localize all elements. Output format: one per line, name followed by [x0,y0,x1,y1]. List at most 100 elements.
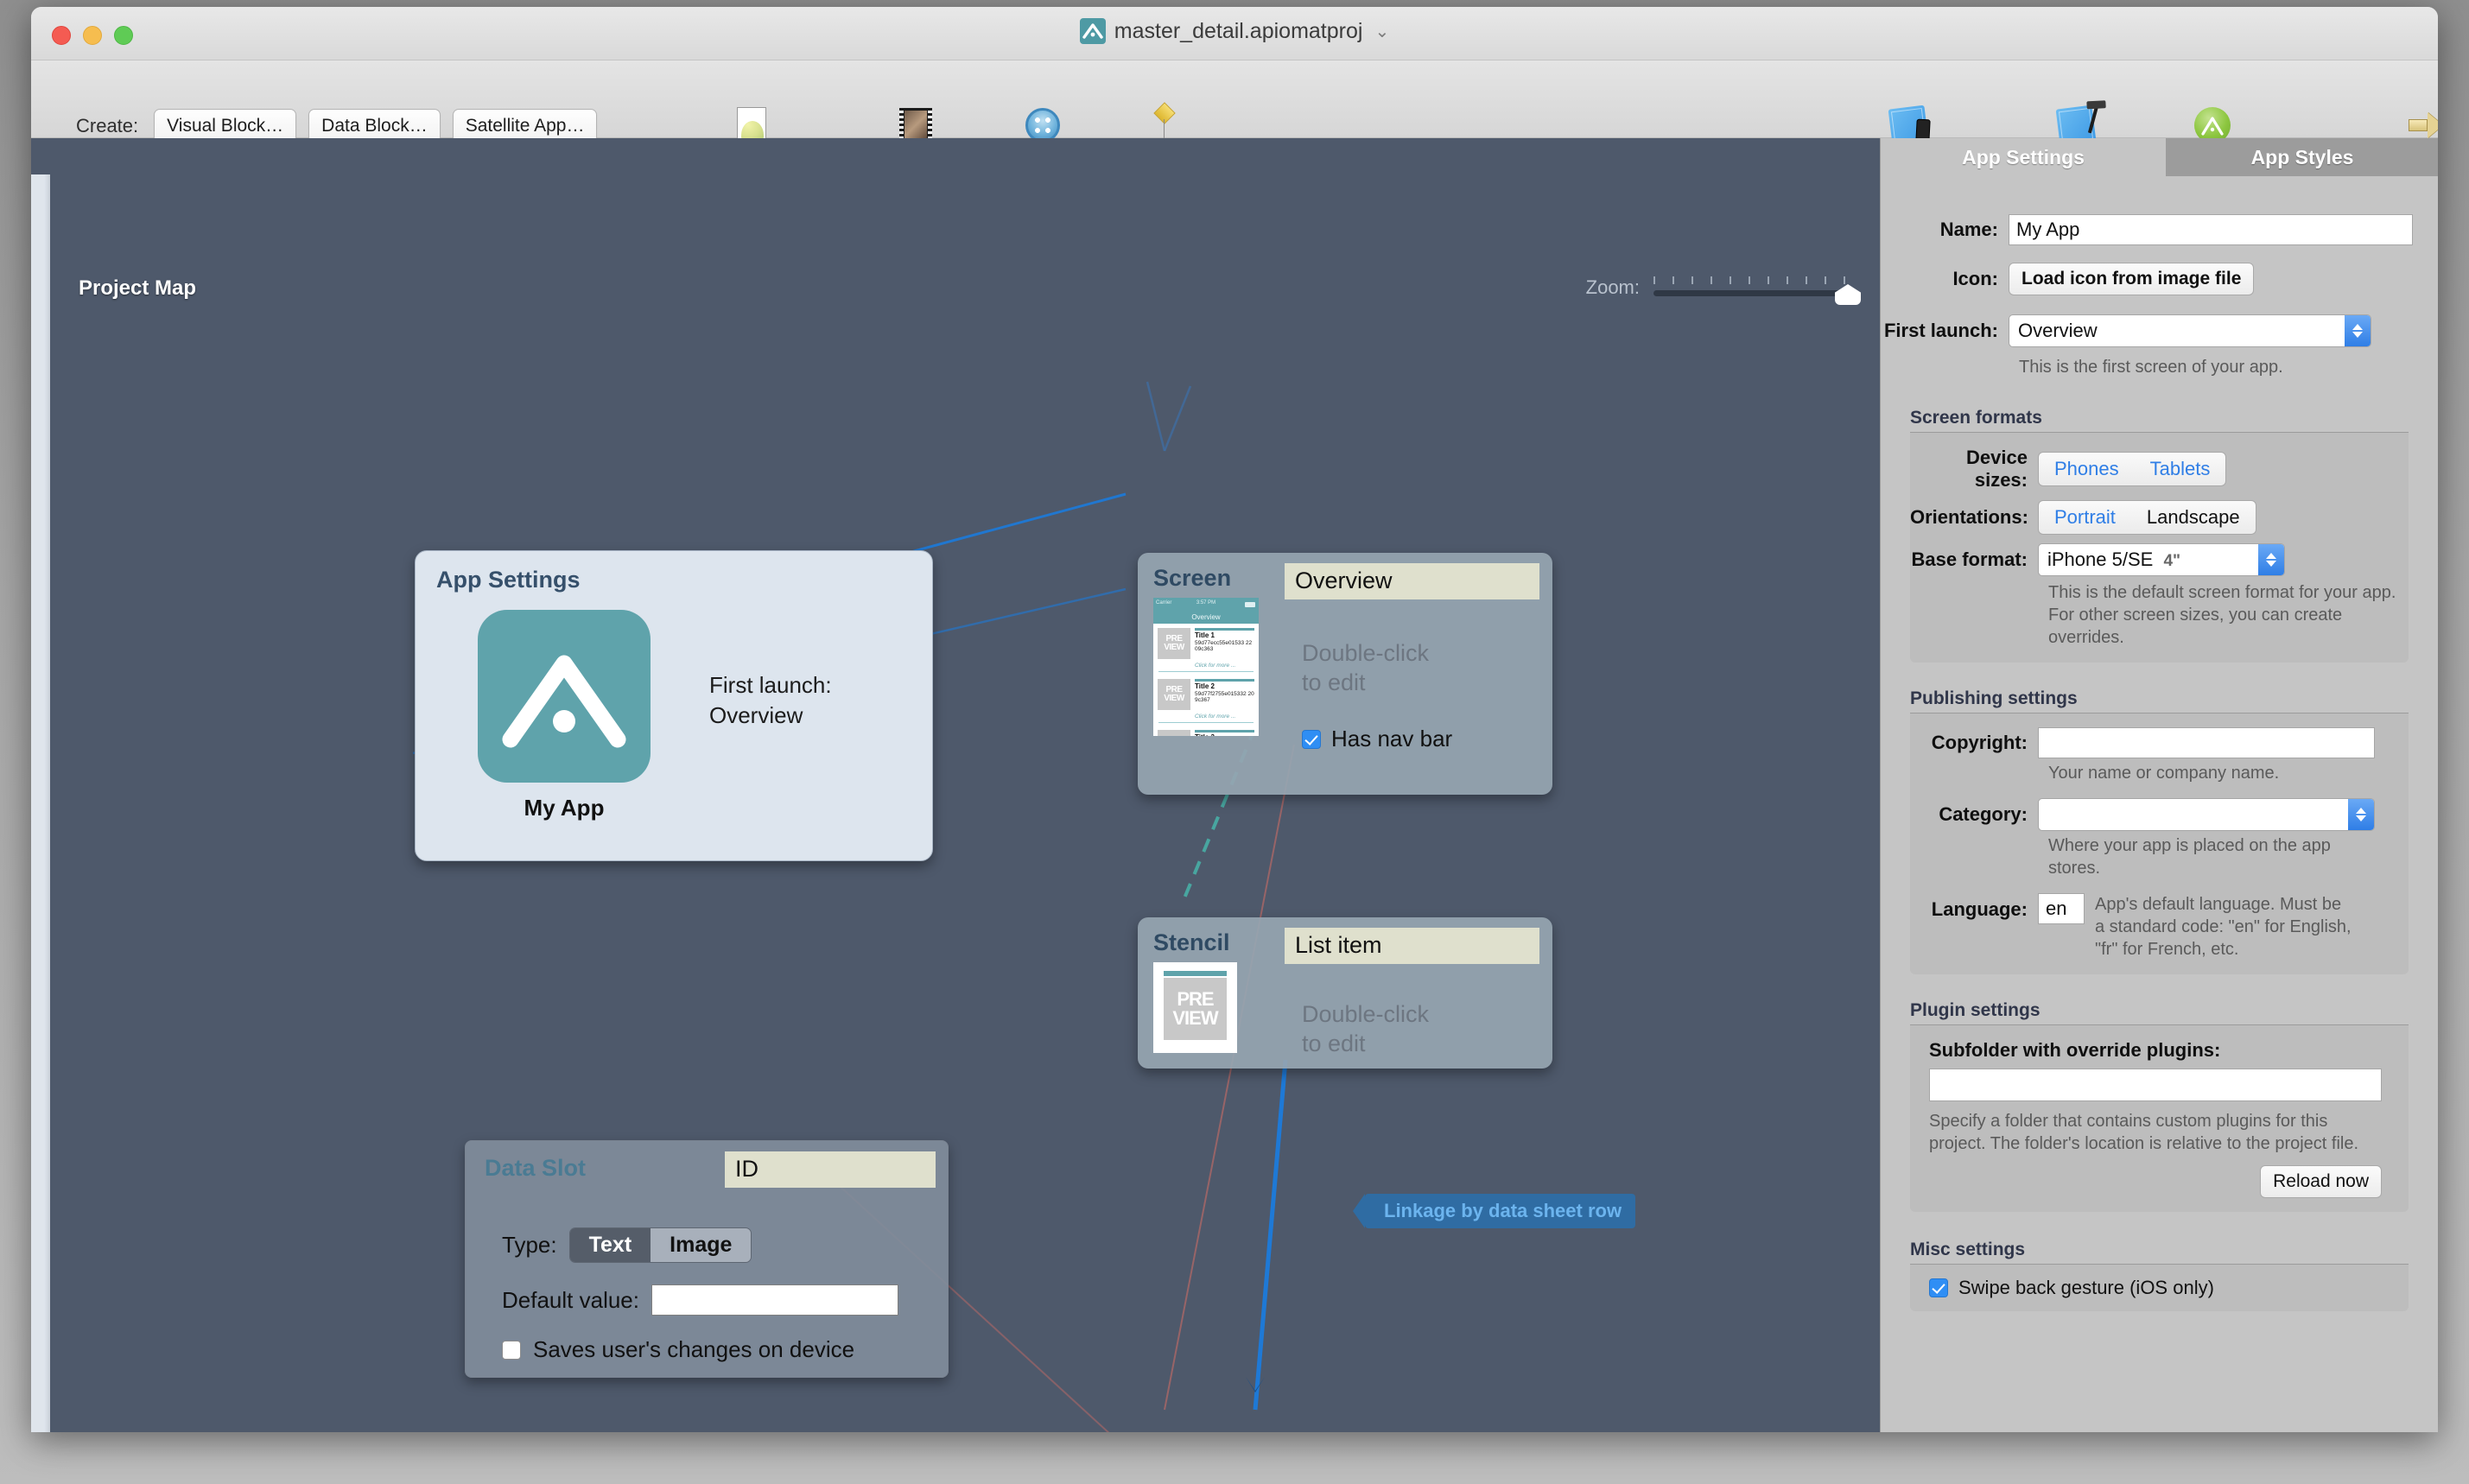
copyright-input[interactable] [2038,727,2375,758]
orientations-segmented[interactable]: Portrait Landscape [2038,500,2256,535]
language-label: Language: [1931,898,2028,920]
zoom-control[interactable]: Zoom: [1586,276,1861,305]
node-stencil[interactable]: Stencil List item PRE VIEW Double-click t… [1138,917,1552,1069]
node-data-slot[interactable]: Data Slot ID Type: Text Image Default va… [465,1140,949,1378]
data-slot-type-segmented[interactable]: Text Image [568,1227,752,1263]
preview-placeholder-icon: PREVIEW [1158,679,1190,710]
plugin-settings-section: Subfolder with override plugins: Specify… [1910,1024,2409,1212]
preview-item-title: Title 2 [1195,682,1215,690]
data-slot-save-row[interactable]: Saves user's changes on device [502,1336,854,1363]
project-map-panel: App Settings My App First launch: Overvi… [31,138,1880,1432]
tab-app-styles[interactable]: App Styles [2166,138,2438,176]
zoom-slider-handle[interactable] [1835,284,1861,305]
preview-placeholder-icon: PREVIEW [1158,628,1190,659]
screen-formats-help: This is the default screen format for yo… [2048,583,2396,647]
screen-formats-section: Device sizes: Phones Tablets Orientation… [1910,432,2409,663]
subfolder-label: Subfolder with override plugins: [1929,1039,2221,1061]
device-sizes-label: Device sizes: [1966,447,2028,491]
plugin-settings-title: Plugin settings [1910,1000,2041,1020]
battery-icon [1245,602,1255,607]
create-label: Create: [76,115,139,136]
device-size-phones[interactable]: Phones [2039,453,2135,485]
stencil-preview: PRE VIEW [1153,962,1237,1053]
saves-changes-checkbox[interactable] [502,1340,521,1360]
app-window: master_detail.apiomatproj ⌄ Create: Visu… [31,7,2438,1432]
orientation-portrait[interactable]: Portrait [2039,501,2131,534]
reload-now-button[interactable]: Reload now [2260,1165,2382,1198]
language-help: App's default language. Must be a standa… [2095,895,2352,959]
orientation-landscape[interactable]: Landscape [2131,501,2256,534]
window-title: master_detail.apiomatproj [1114,18,1363,43]
base-format-suffix: 4" [2163,552,2181,570]
publishing-title: Publishing settings [1910,688,2078,708]
node-screen-overview-name[interactable]: Overview [1285,563,1539,599]
misc-settings-title: Misc settings [1910,1240,2026,1259]
preview-item-title: Title 1 [1195,631,1215,639]
app-name-input[interactable]: My App [2009,214,2413,245]
main-content: App Settings My App First launch: Overvi… [31,138,2438,1432]
preview-placeholder-icon: PREVIEW [1164,978,1227,1040]
device-sizes-segmented[interactable]: Phones Tablets [2038,452,2227,486]
screen-overview-preview: Carrier 3:57 PM Overview PRE VIEW Title 1 [1153,598,1259,736]
data-slot-type-row: Type: Text Image [502,1227,752,1263]
chevron-down-icon[interactable]: ⌄ [1374,21,1389,42]
data-slot-type-text-option[interactable]: Text [569,1228,651,1262]
data-slot-type-image-option[interactable]: Image [651,1228,752,1262]
swipe-back-checkbox[interactable] [1929,1278,1948,1297]
screen-formats-title: Screen formats [1910,408,2042,428]
app-icon-preview [478,610,651,783]
node-app-settings[interactable]: App Settings My App First launch: Overvi… [415,550,933,861]
inspector-body: Name: My App Icon: Load icon from image … [1881,176,2438,1432]
category-row: Category: [1910,798,2395,831]
first-launch-select[interactable]: Overview [2009,314,2371,347]
swipe-back-row[interactable]: Swipe back gesture (iOS only) [1929,1277,2395,1299]
has-nav-bar-checkbox-row[interactable]: Has nav bar [1302,726,1452,752]
node-screen-overview[interactable]: Screen Overview Carrier 3:57 PM Overview… [1138,553,1552,795]
load-icon-button[interactable]: Load icon from image file [2009,263,2255,295]
desktop-backdrop: master_detail.apiomatproj ⌄ Create: Visu… [0,0,2469,1484]
preview-status-bar: Carrier 3:57 PM [1153,598,1259,611]
inspector-name-row: Name: My App [1881,214,2438,245]
node-stencil-name[interactable]: List item [1285,928,1539,964]
app-logo-icon [1079,18,1106,44]
orientations-row: Orientations: Portrait Landscape [1910,500,2395,535]
node-data-slot-name[interactable]: ID [725,1151,936,1188]
linkage-badge: Linkage by data sheet row [1365,1194,1636,1228]
project-map-canvas[interactable]: App Settings My App First launch: Overvi… [50,174,1880,1432]
node-data-slot-type: Data Slot [485,1155,587,1181]
device-size-tablets[interactable]: Tablets [2135,453,2226,485]
language-row: Language: en App's default language. Mus… [1910,893,2395,961]
node-first-launch-text: First launch: Overview [709,672,832,729]
data-slot-default-row: Default value: [502,1284,898,1316]
base-format-row: Base format: iPhone 5/SE 4" [1910,543,2395,576]
publishing-section: Copyright: Your name or company name. Ca… [1910,713,2409,974]
plugin-help: Specify a folder that contains custom pl… [1929,1112,2359,1153]
stepper-arrows-icon[interactable] [2348,799,2374,830]
has-nav-bar-checkbox[interactable] [1302,729,1321,749]
zoom-slider[interactable] [1653,276,1861,305]
preview-item-title: Title 3 [1195,733,1254,736]
tab-app-settings[interactable]: App Settings [1881,138,2166,176]
zoom-track[interactable] [1653,290,1856,296]
name-label: Name: [1939,219,1998,240]
data-slot-default-label: Default value: [502,1286,639,1313]
base-format-select[interactable]: iPhone 5/SE 4" [2038,543,2285,576]
category-select[interactable] [2038,798,2375,831]
copyright-row: Copyright: [1910,727,2395,758]
node-stencil-hint: Double-click to edit [1302,1001,1430,1056]
preview-nav-title: Overview [1153,611,1259,624]
orientations-label: Orientations: [1910,506,2028,528]
subfolder-input[interactable] [1929,1069,2382,1101]
language-input[interactable]: en [2038,893,2085,924]
zoom-ticks [1653,276,1861,284]
node-app-name: My App [524,795,605,821]
inspector-panel: App Settings App Styles Name: My App Ico… [1880,138,2438,1432]
node-app-settings-type: App Settings [436,567,581,593]
stepper-arrows-icon[interactable] [2345,315,2371,346]
copyright-help: Your name or company name. [2048,764,2280,783]
preview-item-id: 59d77f2755e015332 209c367 [1195,690,1254,704]
stepper-arrows-icon[interactable] [2258,544,2284,575]
node-screen-overview-hint: Double-click to edit [1302,640,1430,695]
data-slot-default-input[interactable] [651,1284,898,1316]
preview-item-id: 59d77ecc55e01533 2209c363 [1195,639,1253,653]
